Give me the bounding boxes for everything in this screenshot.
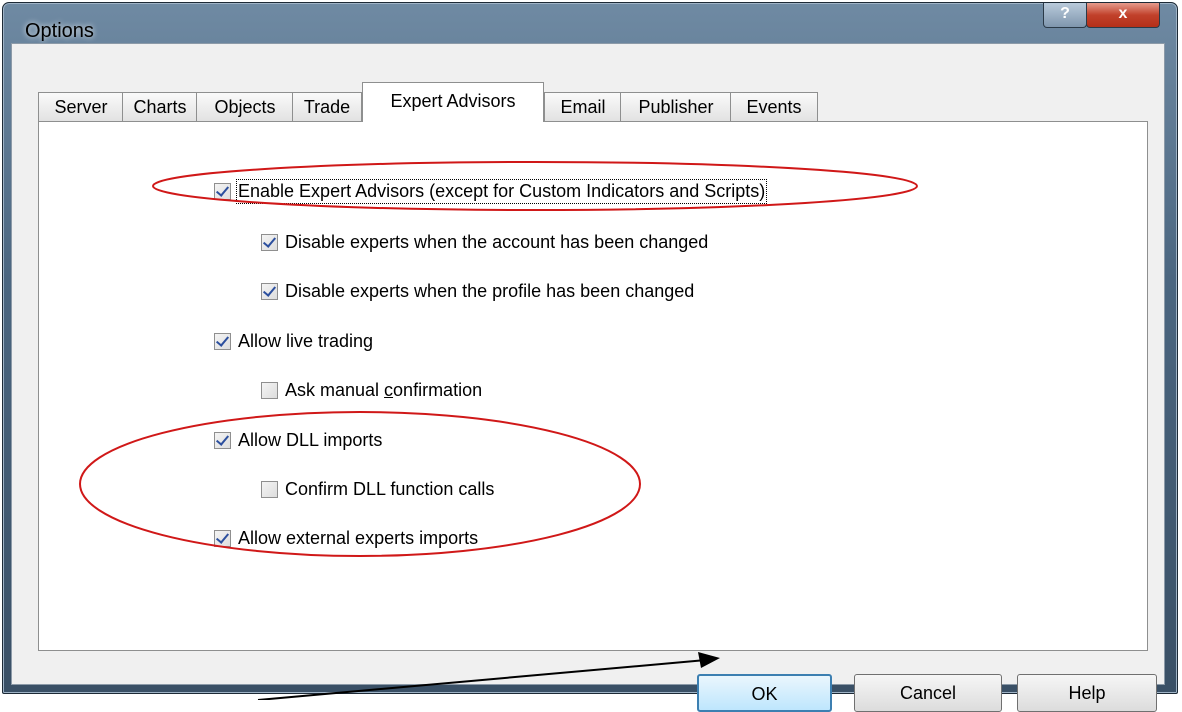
tab-email[interactable]: Email bbox=[544, 92, 622, 121]
tab-server[interactable]: Server bbox=[38, 92, 124, 121]
disable-account-label: Disable experts when the account has bee… bbox=[285, 231, 709, 252]
options-dialog: Options ? x Server Charts Objects Trade … bbox=[2, 2, 1178, 712]
confirm-dll-calls-label: Confirm DLL function calls bbox=[285, 478, 495, 499]
allow-dll-imports-option[interactable]: Allow DLL imports bbox=[214, 427, 382, 453]
disable-profile-option[interactable]: Disable experts when the profile has bee… bbox=[261, 278, 694, 304]
help-button[interactable]: Help bbox=[1017, 674, 1157, 712]
tab-expert-advisors[interactable]: Expert Advisors bbox=[362, 82, 544, 122]
enable-experts-label: Enable Expert Advisors (except for Custo… bbox=[235, 178, 768, 204]
help-icon[interactable]: ? bbox=[1043, 3, 1087, 28]
disable-account-option[interactable]: Disable experts when the account has bee… bbox=[261, 229, 708, 255]
enable-experts-option[interactable]: Enable Expert Advisors (except for Custo… bbox=[214, 178, 768, 204]
tab-objects[interactable]: Objects bbox=[196, 92, 294, 121]
confirm-dll-calls-checkbox[interactable] bbox=[261, 480, 278, 498]
confirm-dll-calls-option[interactable]: Confirm DLL function calls bbox=[261, 476, 494, 502]
allow-live-trading-label: Allow live trading bbox=[238, 330, 374, 351]
allow-external-imports-option[interactable]: Allow external experts imports bbox=[214, 525, 478, 551]
expert-advisors-panel: Enable Expert Advisors (except for Custo… bbox=[38, 121, 1148, 651]
disable-account-checkbox[interactable] bbox=[261, 233, 278, 251]
tab-trade[interactable]: Trade bbox=[292, 92, 362, 121]
allow-live-trading-checkbox[interactable] bbox=[214, 332, 231, 350]
enable-experts-checkbox[interactable] bbox=[214, 182, 231, 200]
tab-publisher[interactable]: Publisher bbox=[620, 92, 732, 121]
ask-manual-confirmation-checkbox[interactable] bbox=[261, 381, 278, 399]
allow-dll-imports-checkbox[interactable] bbox=[214, 431, 231, 449]
disable-profile-label: Disable experts when the profile has bee… bbox=[285, 280, 695, 301]
tab-events[interactable]: Events bbox=[730, 92, 818, 121]
tab-charts[interactable]: Charts bbox=[122, 92, 198, 121]
ask-manual-confirmation-option[interactable]: Ask manual confirmation bbox=[261, 377, 482, 403]
allow-external-imports-checkbox[interactable] bbox=[214, 529, 231, 547]
allow-external-imports-label: Allow external experts imports bbox=[238, 527, 479, 548]
title-bar[interactable]: Options ? x bbox=[3, 3, 1177, 43]
allow-live-trading-option[interactable]: Allow live trading bbox=[214, 328, 373, 354]
dialog-title: Options bbox=[25, 20, 94, 42]
disable-profile-checkbox[interactable] bbox=[261, 282, 278, 300]
dialog-body: Server Charts Objects Trade Expert Advis… bbox=[11, 43, 1165, 712]
ask-manual-confirmation-label: Ask manual confirmation bbox=[285, 379, 483, 400]
cancel-button[interactable]: Cancel bbox=[854, 674, 1002, 712]
allow-dll-imports-label: Allow DLL imports bbox=[238, 429, 383, 450]
ok-button[interactable]: OK bbox=[697, 674, 832, 712]
close-icon[interactable]: x bbox=[1086, 3, 1160, 28]
